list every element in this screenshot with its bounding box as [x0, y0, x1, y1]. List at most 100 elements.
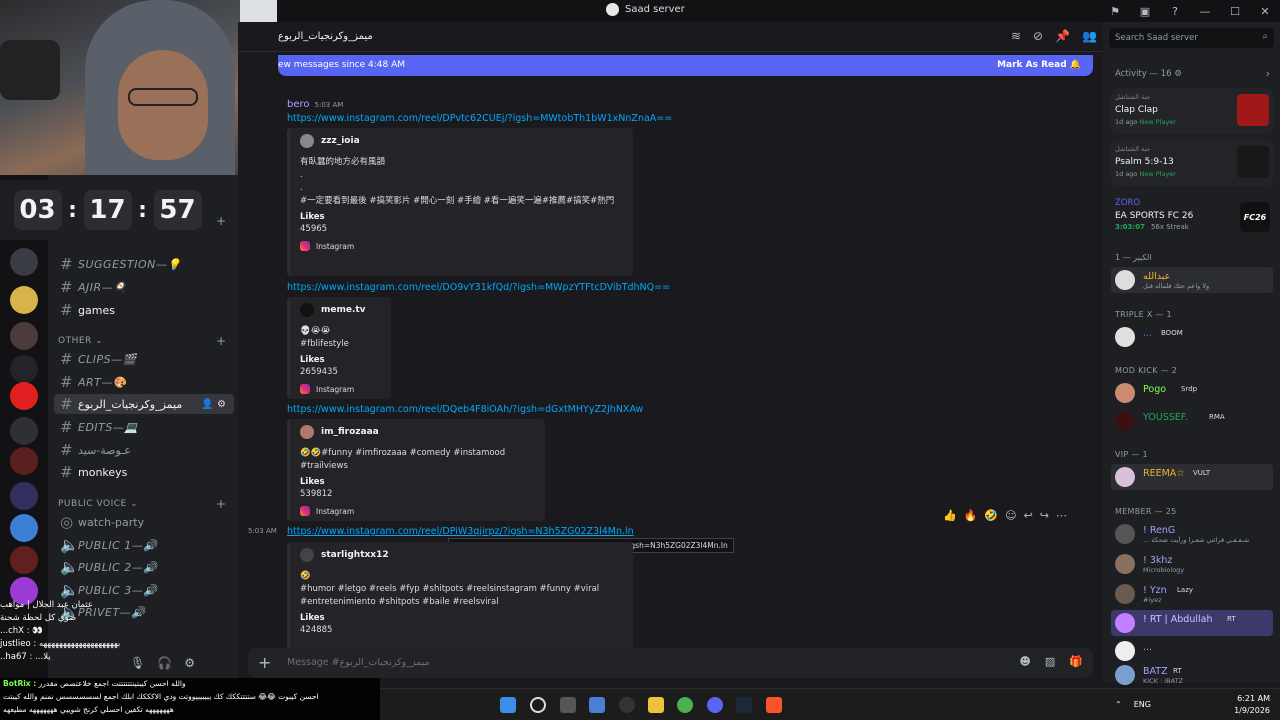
- maximize-button[interactable]: ☐: [1220, 5, 1250, 18]
- reaction-fire[interactable]: 🔥: [964, 509, 978, 522]
- gift-icon[interactable]: 🎁: [1069, 655, 1083, 668]
- channel-art[interactable]: # ART—🎨: [54, 372, 234, 392]
- wifi-icon[interactable]: ⌃: [1115, 700, 1122, 709]
- member-tag: RT: [1227, 615, 1236, 623]
- channel-games[interactable]: # games: [54, 300, 234, 320]
- category-other[interactable]: OTHER ⌄: [58, 336, 103, 346]
- server-icon-3[interactable]: [10, 322, 38, 350]
- emoji-icon[interactable]: ☻: [1019, 655, 1030, 668]
- member-item[interactable]: ! Yzn Lazy #iyez: [1111, 581, 1273, 607]
- category-public-voice[interactable]: PUBLIC VOICE ⌄: [58, 499, 138, 509]
- member-item[interactable]: BATZ RT KICK : iBATZ: [1111, 662, 1273, 688]
- clock[interactable]: 6:21 AM 1/9/2026: [1234, 693, 1270, 717]
- message-link-hovered[interactable]: https://www.instagram.com/reel/DPiW3qjir…: [287, 526, 634, 537]
- search-input[interactable]: Search Saad server ⌕: [1109, 28, 1274, 48]
- windows-start-icon[interactable]: [500, 697, 516, 713]
- microphone: [0, 40, 60, 100]
- screen-icon[interactable]: ▣: [1130, 5, 1160, 18]
- server-icon-9[interactable]: [10, 514, 38, 542]
- forward-icon[interactable]: ↪: [1040, 509, 1049, 522]
- link-embed: starlightxx12 🤣 #humor #letgo #reels #fy…: [287, 542, 633, 652]
- game-activity-user[interactable]: ZORO: [1115, 198, 1140, 208]
- discord-icon[interactable]: [707, 697, 723, 713]
- channel-clips[interactable]: # CLIPS—🎬: [54, 349, 234, 369]
- server-icon-6[interactable]: [10, 417, 38, 445]
- members-icon[interactable]: 👥: [1082, 29, 1097, 43]
- threads-icon[interactable]: ≋: [1011, 29, 1021, 43]
- new-messages-bar[interactable]: ew messages since 4:48 AM Mark As Read 🔔: [278, 55, 1093, 76]
- user-controls: 🎙 🎧 ⚙: [130, 656, 230, 670]
- add-reaction-icon[interactable]: ☺: [1005, 509, 1016, 522]
- search-icon[interactable]: [530, 697, 546, 713]
- server-icon-7[interactable]: [10, 447, 38, 475]
- message-input[interactable]: Message #ميمز_وكرنجيات_الربوع: [287, 657, 430, 668]
- member-item[interactable]: ! 3khz Microbiology: [1111, 551, 1273, 577]
- attach-plus-icon[interactable]: +: [258, 653, 271, 672]
- member-item[interactable]: ...: [1111, 638, 1273, 664]
- voice-public-3[interactable]: 🔈 PUBLIC 3—🔊: [54, 580, 234, 600]
- message-author[interactable]: bero 5:03 AM: [287, 99, 343, 110]
- channel-edits[interactable]: # EDITS—💻: [54, 417, 234, 437]
- activity-header[interactable]: Activity — 16 ⚙: [1115, 69, 1182, 79]
- member-item[interactable]: REEMA☆ VULT: [1111, 464, 1273, 490]
- headphones-icon[interactable]: 🎧: [157, 656, 172, 670]
- channel-ajir[interactable]: # AJIR—🍳: [54, 277, 234, 297]
- reaction-laugh[interactable]: 🤣: [984, 509, 998, 522]
- member-item[interactable]: ! RT | Abdullah RT: [1111, 610, 1273, 636]
- add-channel-icon[interactable]: +: [216, 214, 226, 228]
- more-icon[interactable]: ⋯: [1056, 509, 1067, 522]
- task-view-icon[interactable]: [560, 697, 576, 713]
- member-item[interactable]: عبدالله ولا واعم حتك فلماله قبل: [1111, 267, 1273, 293]
- message-link[interactable]: https://www.instagram.com/reel/DPvtc62CU…: [287, 113, 672, 124]
- store-icon[interactable]: [589, 697, 605, 713]
- member-item[interactable]: Pogo Srdp: [1111, 380, 1273, 406]
- channel-arabic[interactable]: # عـوصة-سيد: [54, 440, 234, 460]
- message-link[interactable]: https://www.instagram.com/reel/DQeb4F8iO…: [287, 404, 643, 415]
- steam-icon[interactable]: [736, 697, 752, 713]
- file-explorer-icon[interactable]: [648, 697, 664, 713]
- settings-gear-icon[interactable]: 👤 ⚙: [201, 399, 226, 410]
- mark-as-read-button[interactable]: Mark As Read 🔔: [997, 60, 1081, 70]
- member-item[interactable]: ... BOOM: [1111, 324, 1273, 350]
- voice-public-2[interactable]: 🔈 PUBLIC 2—🔊: [54, 557, 234, 577]
- activity-card[interactable]: حبة الشناشل Clap Clap 1d ago New Player: [1111, 88, 1273, 134]
- member-item[interactable]: YOUSSEF. RMA: [1111, 408, 1273, 434]
- chevron-right-icon[interactable]: ›: [1266, 67, 1270, 80]
- message-composer[interactable]: + Message #ميمز_وكرنجيات_الربوع ☻ ▨ 🎁: [248, 648, 1093, 678]
- server-icon-2[interactable]: [10, 286, 38, 314]
- server-icon-5[interactable]: [10, 382, 38, 410]
- channel-suggestion[interactable]: # SUGGESTION—💡: [54, 254, 234, 274]
- channel-monkeys[interactable]: # monkeys: [54, 462, 234, 482]
- hash-icon: #: [60, 395, 73, 413]
- voice-public-1[interactable]: 🔈 PUBLIC 1—🔊: [54, 535, 234, 555]
- reaction-thumbs-up[interactable]: 👍: [943, 509, 957, 522]
- mute-bell-icon[interactable]: ⊘: [1033, 29, 1043, 43]
- channel-watch-party[interactable]: ◎ watch-party: [54, 512, 234, 532]
- server-icon-10[interactable]: [10, 546, 38, 574]
- close-button[interactable]: ✕: [1250, 5, 1280, 18]
- channel-memes-active[interactable]: # ميمز_وكرنجيات_الربوع 👤 ⚙: [54, 394, 234, 414]
- avatar: [300, 134, 314, 148]
- inbox-icon[interactable]: ⚑: [1100, 5, 1130, 18]
- message-link[interactable]: https://www.instagram.com/reel/DO9vY31kf…: [287, 282, 670, 293]
- reply-icon[interactable]: ↩: [1024, 509, 1033, 522]
- language-indicator[interactable]: ENG: [1134, 700, 1151, 709]
- help-icon[interactable]: ?: [1160, 5, 1190, 18]
- microphone-icon[interactable]: 🎙: [130, 656, 145, 670]
- server-icon-4[interactable]: [10, 355, 38, 383]
- server-icon-8[interactable]: [10, 482, 38, 510]
- user-settings-icon[interactable]: ⚙: [184, 656, 195, 670]
- brave-icon[interactable]: [766, 697, 782, 713]
- hash-icon: #: [60, 350, 73, 368]
- obs-icon[interactable]: [619, 697, 635, 713]
- member-item[interactable]: ! RenG ... شـغـفـي قرائتي شعـرا ورأيت ضح…: [1111, 521, 1273, 547]
- minimize-button[interactable]: —: [1190, 5, 1220, 18]
- sticker-icon[interactable]: ▨: [1045, 655, 1055, 668]
- server-icon-1[interactable]: [10, 248, 38, 276]
- activity-card[interactable]: حبة الشناشل Psalm 5:9-13 1d ago New Play…: [1111, 140, 1273, 186]
- add-channel-icon[interactable]: +: [216, 497, 226, 511]
- chrome-icon[interactable]: [677, 697, 693, 713]
- member-tag: RMA: [1209, 413, 1225, 421]
- pin-icon[interactable]: 📌: [1055, 29, 1070, 43]
- add-channel-icon[interactable]: +: [216, 334, 226, 348]
